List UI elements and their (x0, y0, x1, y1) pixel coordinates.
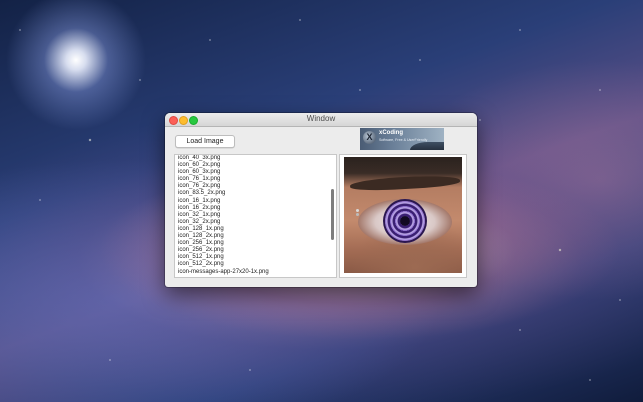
photo-piercing (356, 209, 359, 212)
file-list-item[interactable]: icon_83.5_2x.png (178, 190, 336, 197)
banner-title: xCoding (379, 130, 403, 136)
load-image-button[interactable]: Load Image (175, 135, 235, 148)
file-list-item[interactable]: icon_60_2x.png (178, 162, 336, 169)
file-list-item[interactable]: icon_60_3x.png (178, 169, 336, 176)
banner-landscape (410, 142, 444, 150)
file-list-item[interactable]: icon_76_1x.png (178, 176, 336, 183)
file-list-item[interactable]: icon_512_2x.png (178, 261, 336, 268)
file-list[interactable]: icon_40_3x.png icon_60_2x.png icon_60_3x.p… (174, 154, 337, 278)
title-bar[interactable]: Window (165, 113, 477, 127)
file-list-item[interactable]: icon-messages-app-27x20-1x.png (178, 269, 336, 276)
file-list-item[interactable]: icon_32_2x.png (178, 219, 336, 226)
app-window: Window Load Image X xCoding Software, Fr… (165, 113, 477, 287)
file-list-items: icon_40_3x.png icon_60_2x.png icon_60_3x.p… (175, 155, 336, 276)
file-list-item[interactable]: icon_16_2x.png (178, 205, 336, 212)
photo-eyebrow (349, 174, 461, 192)
image-preview (339, 154, 467, 278)
file-list-item[interactable]: icon_512_1x.png (178, 254, 336, 261)
file-list-item[interactable]: icon_128_2x.png (178, 233, 336, 240)
file-list-item[interactable]: icon_16_1x.png (178, 198, 336, 205)
xcoding-logo-icon: X (363, 131, 376, 144)
file-list-item[interactable]: icon_32_1x.png (178, 212, 336, 219)
file-list-item[interactable]: icon_128_1x.png (178, 226, 336, 233)
file-list-item[interactable]: icon_256_1x.png (178, 240, 336, 247)
preview-photo (344, 157, 462, 273)
xcoding-banner[interactable]: X xCoding Software, Free & UserFriendly (360, 128, 444, 150)
photo-pupil (400, 216, 410, 226)
file-list-item[interactable]: icon_76_2x.png (178, 183, 336, 190)
file-list-scrollbar[interactable] (331, 189, 334, 240)
window-title: Window (306, 114, 336, 123)
file-list-item[interactable]: icon_40_3x.png (178, 155, 336, 162)
file-list-item[interactable]: icon_256_2x.png (178, 247, 336, 254)
